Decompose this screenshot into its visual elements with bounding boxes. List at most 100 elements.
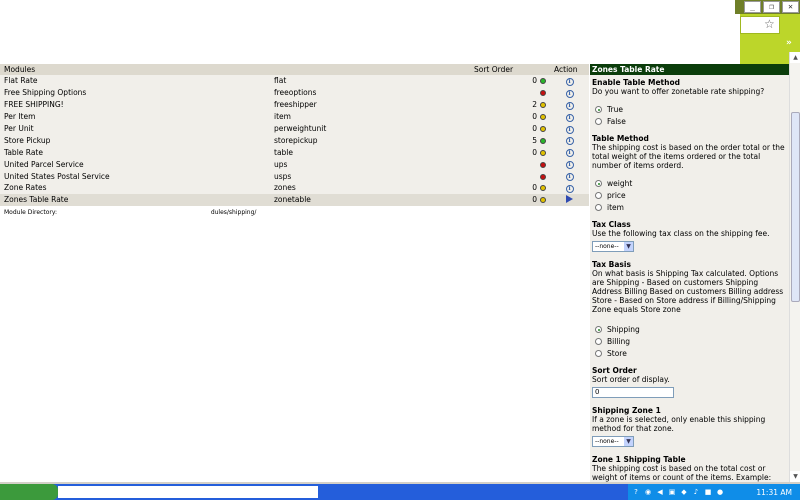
status-yellow-icon[interactable] <box>540 185 546 192</box>
sort-order-input[interactable]: 0 <box>592 387 674 398</box>
bookmark-star-icon[interactable]: ☆ <box>764 17 775 31</box>
module-code: ups <box>270 158 470 171</box>
table-row[interactable]: Free Shipping Options freeoptions i <box>0 86 589 99</box>
scroll-up-icon[interactable]: ▲ <box>790 52 800 63</box>
radio-button[interactable] <box>595 204 602 211</box>
close-button[interactable]: ✕ <box>782 1 799 13</box>
radio-enable-true[interactable]: True <box>592 105 787 114</box>
tray-shield-icon[interactable]: ■ <box>704 488 712 496</box>
header-code <box>270 64 470 75</box>
status-yellow-icon[interactable] <box>540 197 546 204</box>
module-action-cell: i <box>550 134 589 147</box>
radio-label: False <box>607 117 626 126</box>
table-row[interactable]: United Parcel Service ups i <box>0 158 589 171</box>
info-icon[interactable]: i <box>565 89 574 98</box>
status-red-icon[interactable] <box>540 173 546 180</box>
radio-method-price[interactable]: price <box>592 191 787 200</box>
module-name: Table Rate <box>0 146 270 159</box>
chevron-down-icon[interactable]: ▼ <box>624 437 633 446</box>
radio-button[interactable] <box>595 118 602 125</box>
radio-basis-billing[interactable]: Billing <box>592 337 787 346</box>
table-row[interactable]: Zones Table Rate zonetable 0 <box>0 193 589 206</box>
sort-order-value: 0 <box>532 124 537 133</box>
info-icon[interactable]: i <box>565 149 574 158</box>
tax-class-select[interactable]: --none-- ▼ <box>592 241 634 252</box>
radio-basis-shipping[interactable]: Shipping <box>592 325 787 334</box>
scroll-down-icon[interactable]: ▼ <box>790 471 800 482</box>
help-icon[interactable]: ? <box>632 488 640 496</box>
module-action-cell <box>550 193 589 206</box>
selected-arrow-icon[interactable] <box>566 194 573 203</box>
status-yellow-icon[interactable] <box>540 126 546 132</box>
select-value: --none-- <box>595 438 619 445</box>
tray-arrow-icon[interactable]: ◀ <box>656 488 664 496</box>
tray-volume-icon[interactable]: ♪ <box>692 488 700 496</box>
info-icon[interactable]: i <box>565 137 574 146</box>
table-row[interactable]: Per Item item 0 i <box>0 110 589 123</box>
module-action-cell: i <box>550 110 589 123</box>
module-sort-cell: 0 <box>470 193 550 206</box>
module-action-cell: i <box>550 122 589 135</box>
start-button[interactable] <box>0 484 58 500</box>
table-row[interactable]: Table Rate table 0 i <box>0 146 589 159</box>
radio-method-item[interactable]: item <box>592 203 787 212</box>
sort-order-value: 0 <box>532 183 537 193</box>
shipping-zone-select[interactable]: --none-- ▼ <box>592 436 634 447</box>
radio-label: item <box>607 203 624 212</box>
status-yellow-icon[interactable] <box>540 114 546 121</box>
tray-app-icon[interactable]: ● <box>716 488 724 496</box>
chevron-down-icon[interactable]: ▼ <box>624 242 633 251</box>
table-row[interactable]: FREE SHIPPING! freeshipper 2 i <box>0 98 589 111</box>
tray-security-icon[interactable]: ◆ <box>680 488 688 496</box>
restore-button[interactable]: ❐ <box>763 1 780 13</box>
status-yellow-icon[interactable] <box>540 149 546 156</box>
radio-button[interactable] <box>595 338 602 345</box>
module-sort-cell <box>470 86 550 99</box>
taskbar-search-field[interactable] <box>58 486 318 498</box>
minimize-button[interactable]: _ <box>744 1 761 13</box>
table-row[interactable]: United States Postal Service usps i <box>0 170 589 183</box>
radio-enable-false[interactable]: False <box>592 117 787 126</box>
radio-button[interactable] <box>595 192 602 199</box>
info-icon[interactable]: i <box>565 173 574 182</box>
radio-method-weight[interactable]: weight <box>592 179 787 188</box>
module-code: storepickup <box>270 134 470 147</box>
info-icon[interactable]: i <box>565 113 574 122</box>
page-scrollbar[interactable]: ▲ ▼ <box>789 52 800 482</box>
info-icon[interactable]: i <box>565 125 574 134</box>
table-row[interactable]: Zone Rates zones 0 i <box>0 182 589 194</box>
more-tools-icon[interactable]: » <box>786 38 792 48</box>
info-icon[interactable]: i <box>565 101 574 110</box>
info-icon[interactable]: i <box>565 161 574 170</box>
header-modules: Modules <box>0 64 270 75</box>
module-code: usps <box>270 170 470 183</box>
radio-button[interactable] <box>595 180 602 187</box>
module-sort-cell <box>470 170 550 183</box>
module-code: zonetable <box>270 193 470 206</box>
scrollbar-thumb[interactable] <box>791 112 800 302</box>
radio-button[interactable] <box>595 106 602 113</box>
radio-button[interactable] <box>595 326 602 333</box>
status-green-icon[interactable] <box>540 78 546 85</box>
module-name: FREE SHIPPING! <box>0 98 270 111</box>
status-yellow-icon[interactable] <box>540 102 546 109</box>
table-row[interactable]: Flat Rate flat 0 i <box>0 75 589 87</box>
status-green-icon[interactable] <box>540 137 546 144</box>
modules-content: Modules Sort Order Action Flat Rate flat 0… <box>0 64 590 482</box>
module-sort-cell: 0 <box>470 182 550 194</box>
table-row[interactable]: Per Unit perweightunit 0 i <box>0 122 589 135</box>
module-action-cell: i <box>550 170 589 183</box>
header-action: Action <box>550 64 589 75</box>
radio-basis-store[interactable]: Store <box>592 349 787 358</box>
sort-order-value: 5 <box>532 135 537 145</box>
tray-network-icon[interactable]: ▣ <box>668 488 676 496</box>
info-icon[interactable]: i <box>565 184 574 193</box>
info-icon[interactable]: i <box>565 77 574 86</box>
status-red-icon[interactable] <box>540 161 546 168</box>
status-red-icon[interactable] <box>540 90 546 97</box>
radio-button[interactable] <box>595 350 602 357</box>
table-row[interactable]: Store Pickup storepickup 5 i <box>0 134 589 147</box>
module-sort-cell: 0 <box>470 122 550 135</box>
tray-bluetooth-icon[interactable]: ◉ <box>644 488 652 496</box>
header-sort-order: Sort Order <box>470 64 550 75</box>
